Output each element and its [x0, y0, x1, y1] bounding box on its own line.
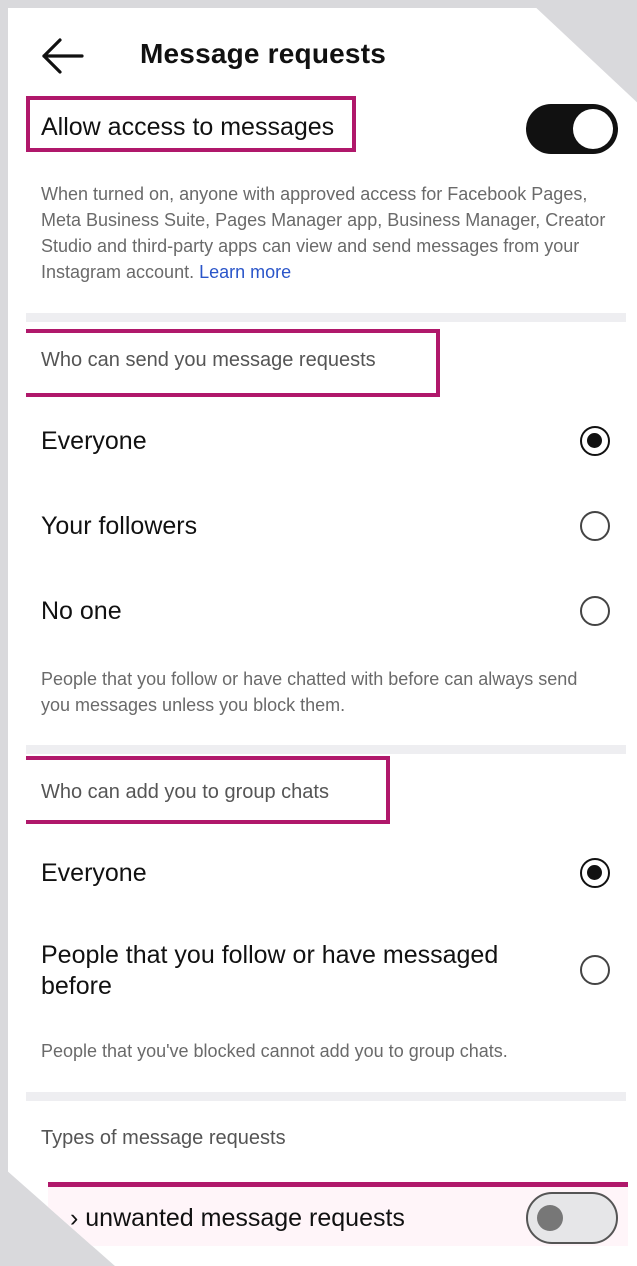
description-text: When turned on, anyone with approved acc… [41, 184, 606, 282]
section-divider [26, 313, 626, 322]
screen-frame: Message requests Allow access to message… [8, 8, 637, 1266]
radio-everyone[interactable] [580, 426, 610, 456]
radio-followers[interactable] [580, 511, 610, 541]
types-section-title: Types of message requests [41, 1127, 286, 1149]
requests-option-followers[interactable]: Your followers [41, 512, 197, 541]
unwanted-requests-highlight [48, 1182, 628, 1187]
group-option-followed[interactable]: People that you follow or have messaged … [41, 940, 541, 1002]
section-divider [26, 745, 626, 754]
requests-section-title: Who can send you message requests [41, 349, 376, 371]
page-title: Message requests [140, 38, 386, 69]
back-arrow-icon[interactable] [40, 36, 84, 76]
requests-option-no-one[interactable]: No one [41, 597, 122, 626]
requests-note: People that you follow or have chatted w… [41, 669, 578, 715]
learn-more-link[interactable]: Learn more [199, 262, 291, 282]
allow-access-toggle[interactable] [526, 104, 618, 154]
allow-access-description: When turned on, anyone with approved acc… [41, 181, 611, 285]
radio-no-one[interactable] [580, 596, 610, 626]
unwanted-requests-label[interactable]: › unwanted message requests [70, 1204, 405, 1233]
unwanted-requests-toggle[interactable] [526, 1192, 618, 1244]
group-option-everyone[interactable]: Everyone [41, 859, 147, 888]
toggle-knob [573, 109, 613, 149]
allow-access-label: Allow access to messages [41, 113, 335, 141]
group-section-title: Who can add you to group chats [41, 781, 329, 803]
section-divider [26, 1092, 626, 1101]
requests-option-everyone[interactable]: Everyone [41, 427, 147, 456]
radio-group-followed[interactable] [580, 955, 610, 985]
toggle-knob [537, 1205, 563, 1231]
radio-group-everyone[interactable] [580, 858, 610, 888]
header: Message requests [8, 8, 637, 100]
group-note: People that you've blocked cannot add yo… [41, 1041, 508, 1061]
